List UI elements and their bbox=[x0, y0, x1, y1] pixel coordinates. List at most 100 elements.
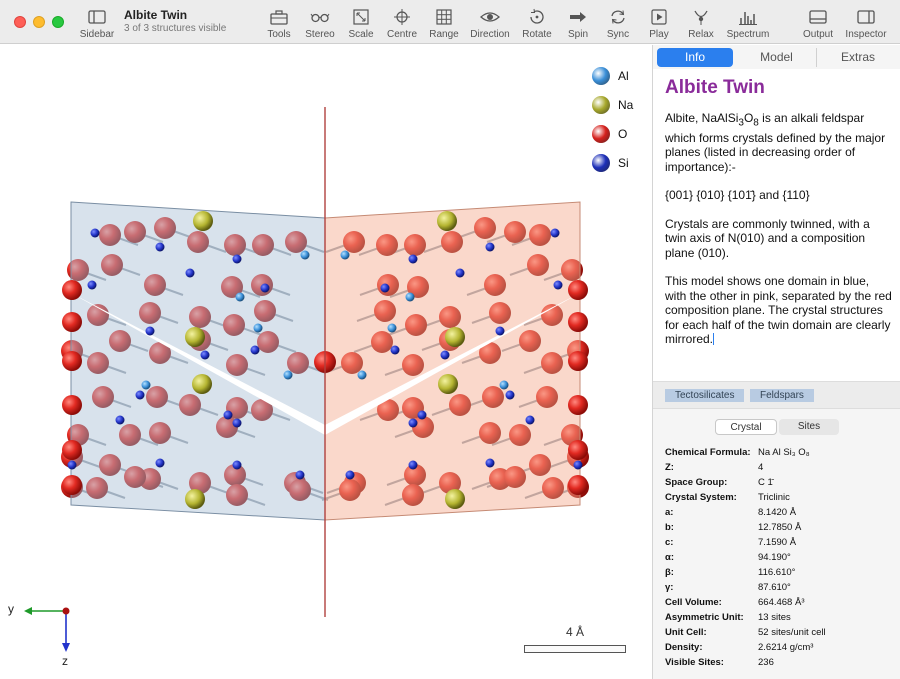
inspector-button[interactable]: Inspector bbox=[842, 6, 890, 44]
x-axis-dot bbox=[62, 607, 70, 615]
zoom-window-button[interactable] bbox=[52, 16, 64, 28]
play-icon bbox=[651, 9, 667, 25]
z-axis-arrow bbox=[62, 643, 70, 652]
info-body[interactable]: Albite, NaAlSi3O8 is an alkali feldspar … bbox=[665, 111, 893, 361]
aluminium-atom bbox=[235, 292, 245, 302]
silicon-atom bbox=[185, 268, 195, 278]
relax-button[interactable]: Relax bbox=[684, 6, 718, 44]
scale-icon bbox=[353, 9, 369, 25]
property-row: γ: 87.610° bbox=[665, 582, 897, 597]
property-value: C 1̄ bbox=[758, 477, 773, 488]
rotate-button[interactable]: Rotate bbox=[518, 6, 556, 44]
tab-sites[interactable]: Sites bbox=[779, 419, 839, 435]
minimize-window-button[interactable] bbox=[33, 16, 45, 28]
aluminium-atom bbox=[499, 380, 509, 390]
eye-icon bbox=[480, 12, 500, 22]
property-value: 52 sites/unit cell bbox=[758, 627, 826, 638]
rotate-label: Rotate bbox=[522, 29, 552, 40]
silicon-atom bbox=[223, 410, 233, 420]
property-value: 8.1420 Å bbox=[758, 507, 797, 518]
property-key: b: bbox=[665, 522, 674, 533]
property-value: 116.610° bbox=[758, 567, 796, 578]
property-key: Crystal System: bbox=[665, 492, 737, 503]
output-button[interactable]: Output bbox=[798, 6, 838, 44]
crystal-properties: Chemical Formula: Na Al Si₃ O₈ Z: 4 Space Gr… bbox=[665, 447, 897, 672]
range-label: Range bbox=[429, 29, 459, 40]
silicon-atom bbox=[553, 280, 563, 290]
scale-button[interactable]: Scale bbox=[344, 6, 378, 44]
property-row: Crystal System: Triclinic bbox=[665, 492, 897, 507]
range-button[interactable]: Range bbox=[426, 6, 462, 44]
tab-crystal[interactable]: Crystal bbox=[715, 419, 777, 435]
property-row: Density: 2.6214 g/cm³ bbox=[665, 642, 897, 657]
spin-button[interactable]: Spin bbox=[562, 6, 594, 44]
silicon-atom bbox=[505, 390, 515, 400]
property-row: Cell Volume: 664.468 Å³ bbox=[665, 597, 897, 612]
silicon-atom bbox=[145, 326, 155, 336]
sodium-atom bbox=[192, 374, 212, 394]
oxygen-atom bbox=[62, 395, 82, 415]
direction-button[interactable]: Direction bbox=[468, 6, 512, 44]
tags-bar: Tectosilicates Feldspars bbox=[653, 381, 900, 409]
sodium-atom bbox=[438, 374, 458, 394]
property-key: β: bbox=[665, 567, 674, 578]
direction-label: Direction bbox=[470, 29, 510, 40]
crystal-structure-render[interactable]: y z bbox=[0, 45, 652, 679]
oxygen-atom bbox=[568, 395, 588, 415]
silicon-atom bbox=[90, 228, 100, 238]
close-window-button[interactable] bbox=[14, 16, 26, 28]
centre-button[interactable]: Centre bbox=[384, 6, 420, 44]
silicon-atom bbox=[345, 470, 355, 480]
tab-model[interactable]: Model bbox=[737, 48, 817, 67]
silicon-atom bbox=[485, 242, 495, 252]
silicon-atom bbox=[250, 345, 260, 355]
sync-button[interactable]: Sync bbox=[600, 6, 636, 44]
silicon-atom bbox=[550, 228, 560, 238]
tab-extras[interactable]: Extras bbox=[819, 48, 897, 67]
structure-viewer[interactable]: y z Al Na O Si 4 Å bbox=[0, 45, 652, 679]
property-value: 12.7850 Å bbox=[758, 522, 802, 533]
silicon-atom bbox=[573, 460, 583, 470]
grid-icon bbox=[436, 9, 452, 25]
tab-info[interactable]: Info bbox=[657, 48, 733, 67]
legend-label-al: Al bbox=[618, 69, 629, 83]
aluminium-atom bbox=[405, 292, 415, 302]
silicon-atom bbox=[408, 254, 418, 264]
aluminium-atom bbox=[253, 323, 263, 333]
z-axis-label: z bbox=[62, 654, 68, 668]
silicon-atom bbox=[390, 345, 400, 355]
property-value: 2.6214 g/cm³ bbox=[758, 642, 814, 653]
play-button[interactable]: Play bbox=[644, 6, 674, 44]
oxygen-atom bbox=[568, 475, 588, 495]
aluminium-atom bbox=[387, 323, 397, 333]
centre-label: Centre bbox=[386, 29, 417, 40]
property-row: Space Group: C 1̄ bbox=[665, 477, 897, 492]
y-axis-label: y bbox=[8, 602, 14, 616]
sodium-atom bbox=[185, 489, 205, 509]
spectrum-button[interactable]: Spectrum bbox=[724, 6, 772, 44]
property-value: 13 sites bbox=[758, 612, 791, 623]
property-key: Visible Sites: bbox=[665, 657, 724, 668]
crosshair-icon bbox=[394, 9, 410, 25]
silicon-atom bbox=[232, 460, 242, 470]
spectrum-label: Spectrum bbox=[726, 29, 770, 40]
document-title: Albite Twin bbox=[124, 8, 188, 22]
scale-bar bbox=[524, 645, 626, 653]
property-row: Asymmetric Unit: 13 sites bbox=[665, 612, 897, 627]
sidebar-button[interactable]: Sidebar bbox=[78, 6, 116, 44]
tag-feldspars[interactable]: Feldspars bbox=[750, 389, 814, 402]
silicon-atom bbox=[200, 350, 210, 360]
property-row: Z: 4 bbox=[665, 462, 897, 477]
stereo-label: Stereo bbox=[305, 29, 335, 40]
tools-button[interactable]: Tools bbox=[262, 6, 296, 44]
property-key: Asymmetric Unit: bbox=[665, 612, 744, 623]
property-key: α: bbox=[665, 552, 675, 563]
tag-tectosilicates[interactable]: Tectosilicates bbox=[665, 389, 745, 402]
info-pane[interactable]: Albite Twin Albite, NaAlSi3O8 is an alka… bbox=[653, 69, 900, 405]
stereo-button[interactable]: Stereo bbox=[302, 6, 338, 44]
silicon-atom bbox=[67, 460, 77, 470]
silicon-atom bbox=[295, 470, 305, 480]
property-key: Chemical Formula: bbox=[665, 447, 751, 458]
sodium-atom bbox=[193, 211, 213, 231]
info-paragraph-intro: Albite, NaAlSi3O8 is an alkali feldspar … bbox=[665, 111, 886, 174]
